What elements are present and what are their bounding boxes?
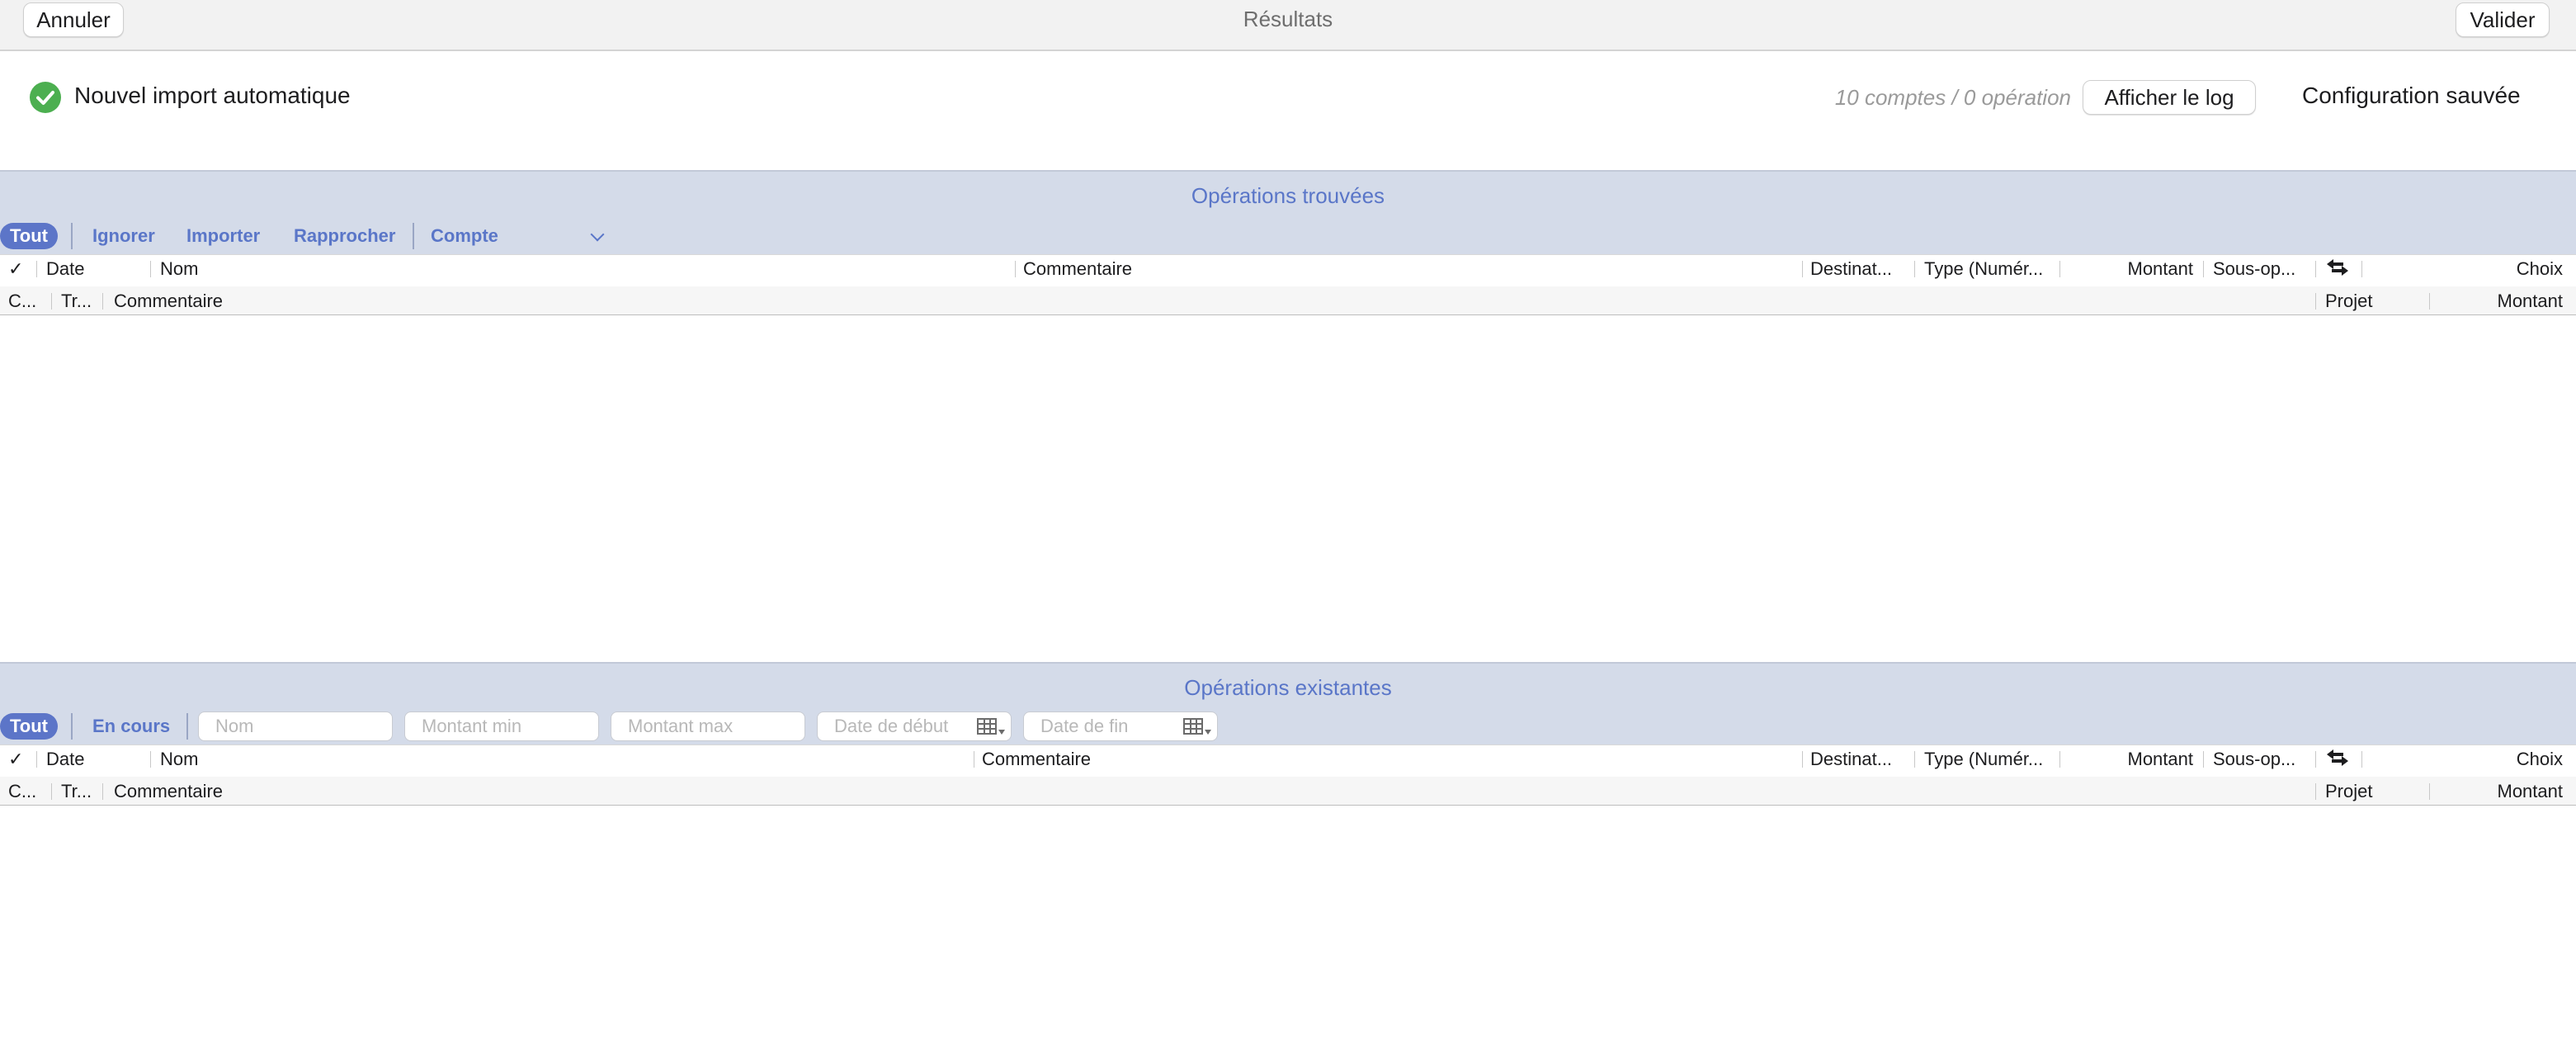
checkmark-circle-icon: [30, 82, 61, 113]
col-tr[interactable]: Tr...: [61, 781, 92, 802]
existing-operations-title: Opérations existantes: [1184, 675, 1392, 700]
col-type[interactable]: Type (Numér...: [1924, 258, 2043, 280]
column-separator: [1802, 261, 1803, 277]
column-separator: [2429, 293, 2430, 310]
col-name[interactable]: Nom: [160, 258, 198, 280]
filter-all-button[interactable]: Tout: [0, 223, 59, 249]
col-tr[interactable]: Tr...: [61, 291, 92, 312]
swap-arrows-icon[interactable]: [2325, 748, 2350, 773]
column-separator: [36, 751, 37, 768]
existing-table-header: ✓ Date Nom Commentaire Destinat... Type …: [0, 745, 2576, 806]
column-separator: [1914, 751, 1915, 768]
column-separator: [2361, 751, 2362, 768]
found-table-subheader: C... Tr... Commentaire Projet Montant: [0, 286, 2576, 314]
col-destination[interactable]: Destinat...: [1810, 258, 1892, 280]
col-name[interactable]: Nom: [160, 749, 198, 770]
column-separator: [2315, 783, 2316, 800]
existing-operations-table-body[interactable]: [0, 806, 2576, 1040]
column-separator: [2315, 261, 2316, 277]
column-separator: [51, 783, 52, 800]
col-check[interactable]: ✓: [8, 749, 23, 770]
column-separator: [2361, 261, 2362, 277]
col-subop[interactable]: Sous-op...: [2213, 749, 2295, 770]
segment-divider: [71, 223, 73, 249]
col-comment-2[interactable]: Commentaire: [114, 781, 223, 802]
window-toolbar: Annuler Résultats Valider: [0, 0, 2576, 51]
window-title: Résultats: [1243, 7, 1333, 31]
column-separator: [2059, 261, 2060, 277]
col-date[interactable]: Date: [46, 258, 84, 280]
existing-filter-pending-button[interactable]: En cours: [92, 713, 170, 740]
filter-reconcile-button[interactable]: Rapprocher: [294, 223, 395, 249]
filter-ignore-button[interactable]: Ignorer: [92, 223, 155, 249]
segment-divider: [71, 713, 73, 740]
amount-min-input[interactable]: [404, 711, 599, 741]
chevron-down-icon[interactable]: [1205, 730, 1211, 735]
swap-arrows-icon[interactable]: [2325, 258, 2350, 282]
column-separator: [150, 751, 151, 768]
col-comment[interactable]: Commentaire: [982, 749, 1091, 770]
column-separator: [2203, 261, 2204, 277]
col-check[interactable]: ✓: [8, 258, 23, 280]
found-operations-panel: Opérations trouvées Tout Ignorer Importe…: [0, 170, 2576, 254]
existing-operations-panel: Opérations existantes Tout En cours: [0, 662, 2576, 746]
col-c[interactable]: C...: [8, 781, 36, 802]
column-separator: [51, 293, 52, 310]
col-choice[interactable]: Choix: [2376, 749, 2563, 770]
show-log-button[interactable]: Afficher le log: [2083, 80, 2256, 115]
calendar-icon[interactable]: [1183, 718, 1203, 735]
column-separator: [36, 261, 37, 277]
import-status-title: Nouvel import automatique: [74, 83, 351, 108]
column-separator: [150, 261, 151, 277]
col-comment-2[interactable]: Commentaire: [114, 291, 223, 312]
found-operations-title: Opérations trouvées: [1191, 183, 1385, 208]
column-separator: [1015, 261, 1016, 277]
chevron-down-icon[interactable]: [998, 730, 1005, 735]
col-subop[interactable]: Sous-op...: [2213, 258, 2295, 280]
segment-divider: [413, 223, 414, 249]
col-amount[interactable]: Montant: [2063, 258, 2194, 280]
col-choice[interactable]: Choix: [2376, 258, 2563, 280]
existing-table-subheader: C... Tr... Commentaire Projet Montant: [0, 777, 2576, 805]
found-table-header: ✓ Date Nom Commentaire Destinat... Type …: [0, 254, 2576, 316]
amount-max-input[interactable]: [611, 711, 805, 741]
filter-import-button[interactable]: Importer: [186, 223, 260, 249]
name-filter-input[interactable]: [198, 711, 393, 741]
found-operations-table-body[interactable]: [0, 315, 2576, 662]
calendar-icon[interactable]: [977, 718, 997, 735]
col-comment[interactable]: Commentaire: [1023, 258, 1132, 280]
accounts-operations-count: 10 comptes / 0 opération: [1834, 85, 2071, 110]
column-separator: [1802, 751, 1803, 768]
column-separator: [2203, 751, 2204, 768]
col-project[interactable]: Projet: [2325, 781, 2372, 802]
column-separator: [102, 783, 103, 800]
col-c[interactable]: C...: [8, 291, 36, 312]
col-amount-2[interactable]: Montant: [2434, 781, 2564, 802]
segment-divider: [186, 713, 188, 740]
column-separator: [2315, 293, 2316, 310]
config-saved-label: Configuration sauvée: [2302, 83, 2521, 108]
col-date[interactable]: Date: [46, 749, 84, 770]
column-separator: [102, 293, 103, 310]
existing-filter-all-button[interactable]: Tout: [0, 713, 59, 740]
col-amount[interactable]: Montant: [2063, 749, 2194, 770]
col-project[interactable]: Projet: [2325, 291, 2372, 312]
validate-button[interactable]: Valider: [2456, 2, 2550, 37]
column-separator: [2429, 783, 2430, 800]
column-separator: [2059, 751, 2060, 768]
col-type[interactable]: Type (Numér...: [1924, 749, 2043, 770]
col-amount-2[interactable]: Montant: [2434, 291, 2564, 312]
account-filter-select[interactable]: Compte: [431, 223, 498, 249]
column-separator: [1914, 261, 1915, 277]
column-separator: [2315, 751, 2316, 768]
col-destination[interactable]: Destinat...: [1810, 749, 1892, 770]
chevron-down-icon[interactable]: [590, 227, 605, 242]
